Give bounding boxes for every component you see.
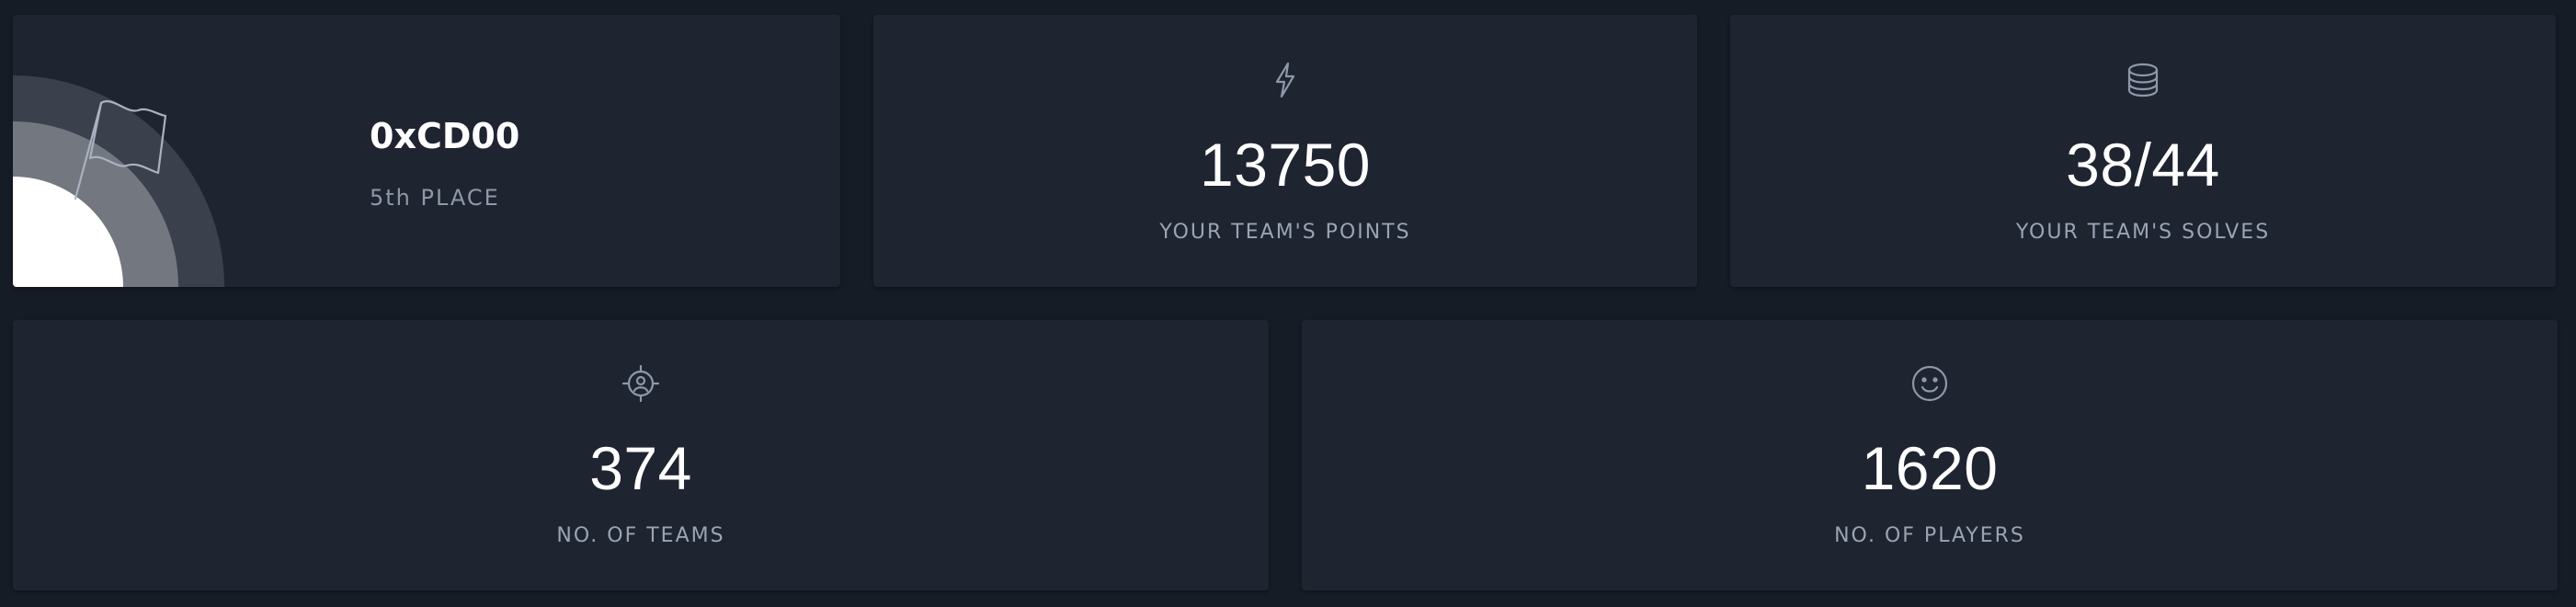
rank-rings-graphic	[13, 75, 224, 287]
team-solves-value: 38/44	[2066, 131, 2220, 199]
players-count-value: 1620	[1861, 434, 1999, 502]
players-count-label: NO. OF PLAYERS	[1834, 524, 2025, 547]
team-solves-label: YOUR TEAM'S SOLVES	[2015, 221, 2271, 244]
team-place: 5th PLACE	[370, 185, 500, 211]
team-points-label: YOUR TEAM'S POINTS	[1159, 221, 1411, 244]
players-count-card: 1620 NO. OF PLAYERS	[1302, 320, 2558, 590]
smiley-icon	[1909, 362, 1951, 405]
teams-count-label: NO. OF TEAMS	[556, 524, 725, 547]
team-points-value: 13750	[1199, 131, 1372, 199]
team-rank-card: 0xCD00 5th PLACE	[13, 15, 840, 287]
team-solves-card: 38/44 YOUR TEAM'S SOLVES	[1730, 15, 2556, 287]
target-icon	[620, 362, 662, 405]
team-name: 0xCD00	[370, 116, 520, 156]
team-points-card: 13750 YOUR TEAM'S POINTS	[873, 15, 1697, 287]
database-icon	[2122, 59, 2164, 101]
lightning-icon	[1264, 59, 1306, 101]
teams-count-card: 374 NO. OF TEAMS	[13, 320, 1269, 590]
teams-count-value: 374	[589, 434, 692, 502]
